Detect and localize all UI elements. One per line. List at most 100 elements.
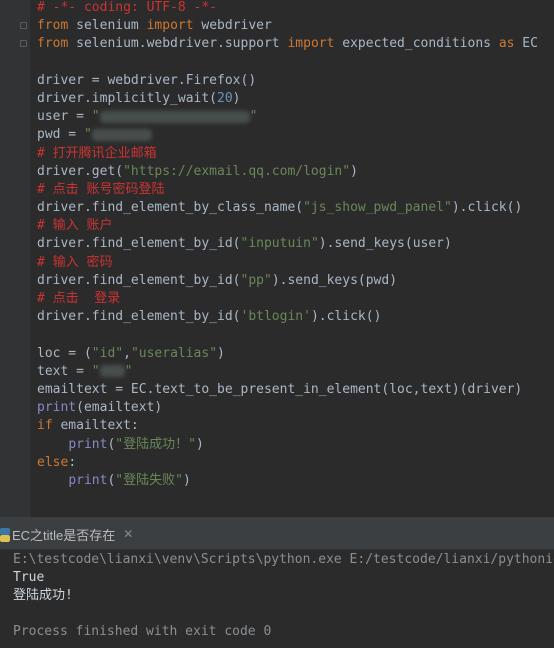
- code-token: ).click(): [451, 200, 523, 216]
- code-token: ": [124, 363, 133, 379]
- code-line[interactable]: # 打开腾讯企业邮箱: [37, 145, 552, 163]
- code-line[interactable]: [37, 54, 552, 72]
- code-line[interactable]: else:: [37, 454, 552, 472]
- code-token: print: [37, 400, 77, 416]
- code-token: "https://exmail.qq.com/login": [123, 163, 351, 179]
- code-token: "js_show_pwd_panel": [303, 200, 452, 216]
- code-token: ": [249, 109, 258, 125]
- redacted-value: [91, 128, 152, 141]
- code-token: webdriver: [193, 18, 272, 34]
- python-icon: [0, 527, 10, 542]
- code-token: selenium: [68, 18, 147, 34]
- code-token: (emailtext): [76, 400, 163, 416]
- close-icon[interactable]: ✕: [123, 527, 133, 541]
- code-token: "登陆成功！": [115, 436, 196, 452]
- code-line[interactable]: print("登陆成功！"): [37, 436, 552, 454]
- code-token: # 点击 账号密码登陆: [37, 181, 165, 197]
- code-line[interactable]: loc = ("id","useralias"): [37, 345, 552, 363]
- code-token: # 输入 密码: [37, 254, 113, 270]
- code-token: EC: [514, 36, 538, 52]
- code-line[interactable]: from selenium import webdriver: [37, 17, 552, 35]
- code-editor[interactable]: # -*- coding: UTF-8 -*- from selenium imp…: [0, 0, 554, 517]
- run-tab-bar: EC之title是否存在 ✕: [0, 519, 554, 550]
- code-token: driver.find_element_by_class_name(: [37, 200, 304, 216]
- code-token: print: [68, 472, 108, 488]
- redacted-value: [99, 365, 125, 378]
- code-line[interactable]: driver.find_element_by_id('btlogin').cli…: [37, 308, 552, 326]
- code-line[interactable]: print(emailtext): [37, 399, 552, 417]
- code-token: ,: [123, 345, 131, 361]
- code-line[interactable]: print("登陆失败"): [37, 472, 552, 490]
- code-line[interactable]: from selenium.webdriver.support import e…: [37, 35, 552, 53]
- code-token: driver.find_element_by_id(: [37, 236, 241, 252]
- code-line[interactable]: driver.find_element_by_id("inputuin").se…: [37, 235, 552, 253]
- code-lines: # -*- coding: UTF-8 -*- from selenium imp…: [37, 0, 552, 490]
- editor-gutter: [0, 0, 30, 517]
- run-tab[interactable]: EC之title是否存在 ✕: [0, 519, 143, 549]
- fold-marker-icon[interactable]: [20, 22, 27, 29]
- run-tool-window: EC之title是否存在 ✕ E:\testcode\lianxi\venv\S…: [0, 519, 554, 648]
- code-line[interactable]: text = " ": [37, 363, 552, 381]
- code-token: ": [91, 109, 100, 125]
- code-token: from: [37, 36, 69, 52]
- code-token: import: [146, 18, 194, 34]
- code-line[interactable]: driver = webdriver.Firefox(): [37, 72, 552, 90]
- code-token: emailtext = EC.text_to_be_present_in_ele…: [37, 381, 523, 397]
- code-token: 20: [217, 90, 233, 106]
- code-token: :: [68, 454, 77, 470]
- code-token: ): [217, 345, 225, 361]
- code-token: "登陆失败": [115, 472, 183, 488]
- code-line[interactable]: # -*- coding: UTF-8 -*-: [37, 0, 552, 17]
- code-line[interactable]: pwd = ": [37, 126, 552, 144]
- code-line[interactable]: user = " ": [37, 108, 552, 126]
- code-token: ).click(): [310, 309, 382, 325]
- code-line[interactable]: # 点击 账号密码登陆: [37, 181, 552, 199]
- console-line: Process finished with exit code 0: [13, 624, 272, 639]
- code-token: ): [182, 472, 191, 488]
- code-line[interactable]: driver.find_element_by_class_name("js_sh…: [37, 199, 552, 217]
- redacted-value: [99, 110, 250, 123]
- code-token: # -*- coding: UTF-8 -*-: [37, 0, 218, 15]
- code-token: ): [350, 163, 358, 179]
- fold-marker-icon[interactable]: [20, 40, 27, 47]
- code-line[interactable]: # 点击 登录: [37, 290, 552, 308]
- code-line[interactable]: driver.find_element_by_id("pp").send_key…: [37, 272, 552, 290]
- console-line: E:\testcode\lianxi\venv\Scripts\python.e…: [13, 552, 554, 567]
- code-line[interactable]: # 输入 账户: [37, 217, 552, 235]
- code-line[interactable]: driver.get("https://exmail.qq.com/login"…: [37, 163, 552, 181]
- code-token: "inputuin": [240, 236, 319, 252]
- code-token: # 点击 登录: [37, 291, 121, 306]
- code-token: import: [287, 36, 335, 52]
- code-token: ): [232, 90, 241, 106]
- code-line[interactable]: if emailtext:: [37, 417, 552, 435]
- code-token: ).send_keys(pwd): [271, 272, 398, 288]
- code-token: driver.implicitly_wait(: [37, 90, 218, 106]
- console-line: True: [13, 570, 45, 585]
- code-line[interactable]: [37, 326, 552, 344]
- code-line[interactable]: # 输入 密码: [37, 254, 552, 272]
- code-token: text =: [37, 363, 92, 379]
- code-token: driver.find_element_by_id(: [37, 272, 241, 288]
- code-token: driver = webdriver.Firefox(): [37, 72, 257, 88]
- code-token: from: [37, 18, 69, 34]
- code-token: pwd =: [37, 127, 84, 143]
- code-token: loc = (: [37, 345, 92, 361]
- code-token: ": [91, 363, 100, 379]
- code-token: if: [37, 418, 53, 434]
- code-line[interactable]: driver.implicitly_wait(20): [37, 90, 552, 108]
- console-line: 登陆成功!: [13, 588, 73, 603]
- code-token: driver.find_element_by_id(: [37, 309, 241, 325]
- code-line[interactable]: emailtext = EC.text_to_be_present_in_ele…: [37, 381, 552, 399]
- code-token: "id": [91, 345, 124, 361]
- run-tab-label: EC之title是否存在: [12, 527, 116, 543]
- code-token: ): [195, 436, 204, 452]
- code-token: ": [83, 127, 92, 143]
- console-output[interactable]: E:\testcode\lianxi\venv\Scripts\python.e…: [13, 551, 554, 641]
- code-token: driver.get(: [37, 163, 124, 179]
- code-token: expected_conditions: [334, 36, 499, 52]
- code-token: 'btlogin': [240, 309, 311, 325]
- code-token: user =: [37, 109, 92, 125]
